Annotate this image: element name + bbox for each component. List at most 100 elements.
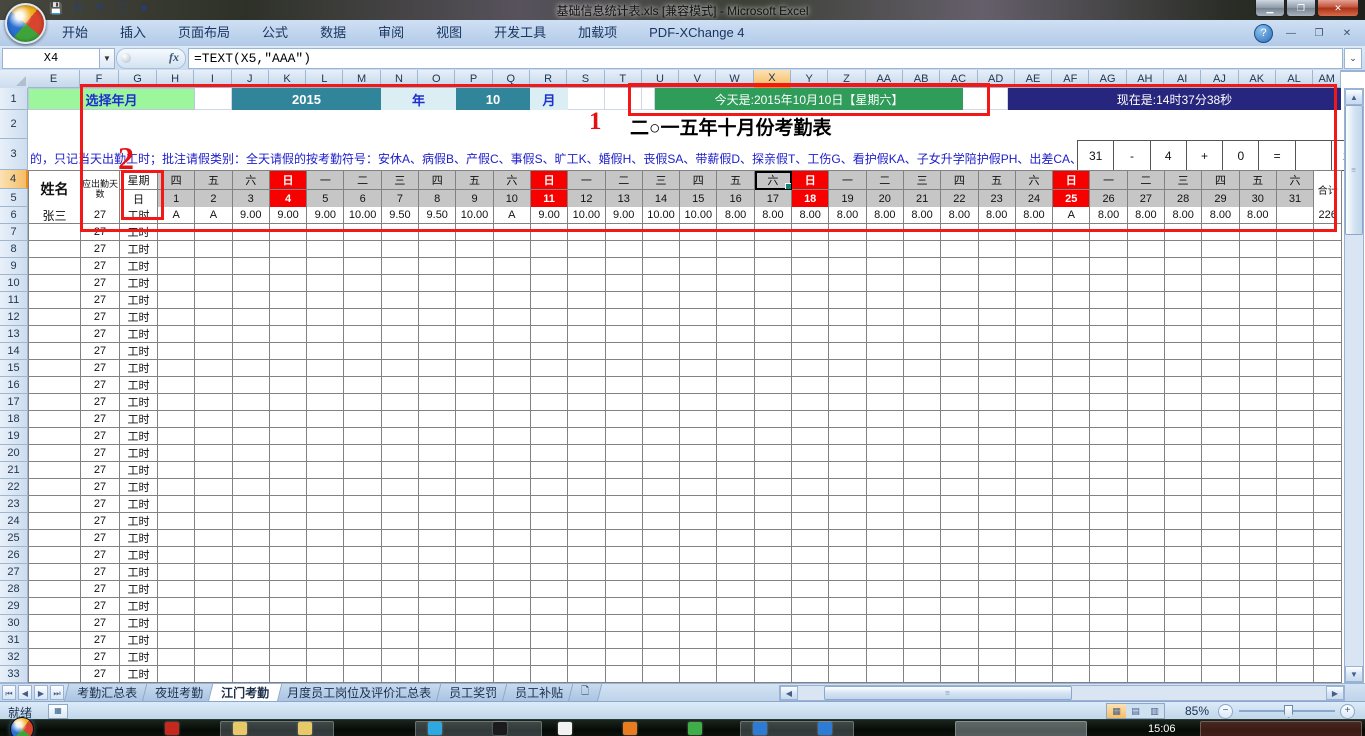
hours-cell[interactable] xyxy=(419,547,456,564)
hours-cell[interactable] xyxy=(419,326,456,343)
hours-cell[interactable] xyxy=(829,479,866,496)
hours-cell[interactable] xyxy=(904,479,941,496)
hours-cell[interactable] xyxy=(456,309,493,326)
hours-cell[interactable] xyxy=(382,445,419,462)
hours-cell[interactable]: 9.00 xyxy=(531,207,568,224)
hours-cell[interactable] xyxy=(1053,445,1090,462)
column-header-AD[interactable]: AD xyxy=(978,70,1015,88)
hours-cell[interactable] xyxy=(195,530,232,547)
hours-cell[interactable] xyxy=(419,564,456,581)
date-cell[interactable]: 10 xyxy=(494,190,531,208)
hours-cell[interactable] xyxy=(233,496,270,513)
hours-cell[interactable] xyxy=(1128,615,1165,632)
hours-cell[interactable] xyxy=(1240,530,1277,547)
total-header[interactable]: 合计 xyxy=(1314,171,1342,208)
hours-cell[interactable] xyxy=(494,632,531,649)
hours-cell[interactable] xyxy=(419,292,456,309)
hours-cell[interactable]: 8.00 xyxy=(829,207,866,224)
hours-cell[interactable] xyxy=(1165,326,1202,343)
hours-cell[interactable] xyxy=(867,564,904,581)
date-cell[interactable]: 13 xyxy=(606,190,643,208)
hours-cell[interactable] xyxy=(195,343,232,360)
hours-cell[interactable] xyxy=(382,462,419,479)
due-days-cell[interactable]: 27 xyxy=(81,513,120,530)
employee-name-cell[interactable] xyxy=(29,224,81,241)
unit-cell[interactable]: 工时 xyxy=(120,564,158,581)
hours-cell[interactable] xyxy=(904,258,941,275)
select-all-corner[interactable] xyxy=(0,70,29,89)
hours-cell[interactable] xyxy=(792,496,829,513)
hours-cell[interactable] xyxy=(233,377,270,394)
hours-cell[interactable] xyxy=(531,224,568,241)
hours-cell[interactable] xyxy=(344,530,381,547)
hours-cell[interactable] xyxy=(829,326,866,343)
hours-cell[interactable] xyxy=(1202,547,1239,564)
hours-cell[interactable] xyxy=(643,343,680,360)
hours-cell[interactable] xyxy=(1240,326,1277,343)
hours-cell[interactable] xyxy=(755,377,792,394)
hours-cell[interactable] xyxy=(1202,581,1239,598)
today-cell[interactable]: 今天是:2015年10月10日【星期六】 xyxy=(655,88,963,110)
hours-cell[interactable] xyxy=(1202,632,1239,649)
hours-cell[interactable] xyxy=(382,649,419,666)
due-days-cell[interactable]: 27 xyxy=(81,292,120,309)
hours-cell[interactable] xyxy=(307,394,344,411)
ribbon-tab-开发工具[interactable]: 开发工具 xyxy=(478,21,562,45)
hours-cell[interactable] xyxy=(1202,513,1239,530)
hours-cell[interactable] xyxy=(531,496,568,513)
hours-cell[interactable] xyxy=(382,224,419,241)
hours-cell[interactable] xyxy=(941,581,978,598)
hours-cell[interactable] xyxy=(1202,241,1239,258)
hours-cell[interactable] xyxy=(531,326,568,343)
hours-cell[interactable] xyxy=(941,666,978,683)
hours-cell[interactable] xyxy=(344,462,381,479)
hours-cell[interactable] xyxy=(1016,666,1053,683)
hours-cell[interactable] xyxy=(1165,547,1202,564)
row-header-13[interactable]: 13 xyxy=(0,326,28,343)
hours-cell[interactable] xyxy=(307,445,344,462)
hours-cell[interactable] xyxy=(829,615,866,632)
hours-cell[interactable]: 9.50 xyxy=(419,207,456,224)
hours-cell[interactable]: 8.00 xyxy=(867,207,904,224)
ribbon-tab-页面布局[interactable]: 页面布局 xyxy=(162,21,246,45)
hours-cell[interactable] xyxy=(456,496,493,513)
title-bar[interactable]: 基础信息统计表.xls [兼容模式] - Microsoft Excel ▁ ❐… xyxy=(0,0,1365,20)
hours-cell[interactable] xyxy=(829,275,866,292)
hours-cell[interactable] xyxy=(979,581,1016,598)
hours-cell[interactable] xyxy=(680,547,717,564)
hours-cell[interactable] xyxy=(1202,649,1239,666)
hours-cell[interactable] xyxy=(1016,292,1053,309)
hours-cell[interactable] xyxy=(568,598,605,615)
total-cell[interactable] xyxy=(1314,479,1342,496)
hours-cell[interactable] xyxy=(606,598,643,615)
date-cell[interactable]: 19 xyxy=(829,190,866,208)
unit-cell[interactable]: 工时 xyxy=(120,479,158,496)
hours-cell[interactable] xyxy=(382,343,419,360)
employee-name-cell[interactable]: 张三 xyxy=(29,207,81,224)
hours-cell[interactable] xyxy=(1090,530,1127,547)
hours-cell[interactable] xyxy=(979,377,1016,394)
hours-cell[interactable] xyxy=(158,666,195,683)
hours-cell[interactable] xyxy=(1016,360,1053,377)
hours-cell[interactable] xyxy=(344,326,381,343)
hours-cell[interactable] xyxy=(606,513,643,530)
hours-cell[interactable] xyxy=(867,258,904,275)
column-header-AE[interactable]: AE xyxy=(1015,70,1052,88)
hours-cell[interactable] xyxy=(904,462,941,479)
date-cell[interactable]: 1 xyxy=(158,190,195,208)
hours-cell[interactable] xyxy=(680,428,717,445)
hours-cell[interactable] xyxy=(867,275,904,292)
hours-cell[interactable] xyxy=(1277,207,1314,224)
hours-cell[interactable] xyxy=(344,292,381,309)
hours-cell[interactable] xyxy=(979,496,1016,513)
hours-cell[interactable] xyxy=(382,479,419,496)
hours-cell[interactable]: 8.00 xyxy=(1090,207,1127,224)
employee-name-cell[interactable] xyxy=(29,445,81,462)
hours-cell[interactable] xyxy=(941,411,978,428)
hours-cell[interactable] xyxy=(1202,326,1239,343)
hours-cell[interactable] xyxy=(1165,513,1202,530)
hours-cell[interactable] xyxy=(195,411,232,428)
column-header-AC[interactable]: AC xyxy=(940,70,977,88)
hours-cell[interactable] xyxy=(344,479,381,496)
date-cell[interactable]: 27 xyxy=(1128,190,1165,208)
